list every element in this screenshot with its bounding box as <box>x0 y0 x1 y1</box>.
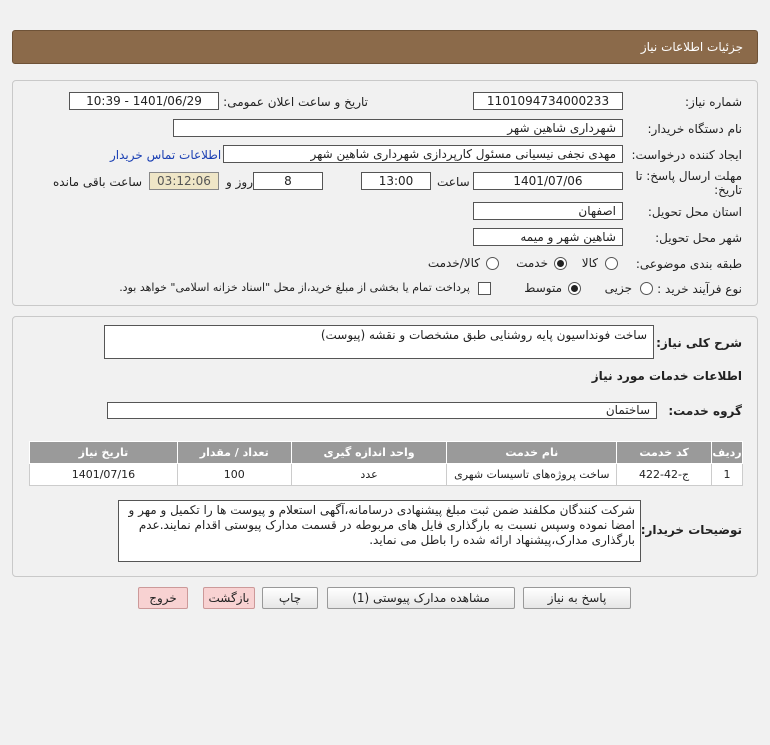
need-info-panel <box>12 80 758 306</box>
table-header-cell: واحد اندازه گیری <box>290 441 448 464</box>
print-button[interactable]: چاپ <box>262 587 318 609</box>
services-section-title: اطلاعات خدمات مورد نیاز <box>591 369 742 383</box>
category-option-goods: کالا <box>581 256 598 270</box>
category-label: طبقه بندی موضوعی: <box>635 257 742 271</box>
deadline-time-field: 13:00 <box>361 172 431 190</box>
page-title: جزئیات اطلاعات نیاز <box>640 40 743 54</box>
purchase-radio-minor[interactable] <box>640 282 653 295</box>
table-header-cell: کد خدمت <box>616 441 713 464</box>
table-row: 1 ج-42-422 ساخت پروژه‌های تاسیسات شهری ع… <box>29 463 743 486</box>
table-header-cell: نام خدمت <box>446 441 618 464</box>
purchase-radio-medium[interactable] <box>568 282 581 295</box>
summary-label: شرح کلی نیاز: <box>656 336 742 350</box>
service-group-field: ساختمان <box>107 402 657 419</box>
category-radio-goods-service[interactable] <box>486 257 499 270</box>
buyer-org-field: شهرداری شاهین شهر <box>173 119 623 137</box>
category-option-goods-service: کالا/خدمت <box>427 256 480 270</box>
days-label: روز و <box>226 175 253 189</box>
table-header-cell: تعداد / مقدار <box>176 441 292 464</box>
category-radio-service[interactable] <box>554 257 567 270</box>
purchase-option-medium: متوسط <box>524 281 562 295</box>
buyer-org-label: نام دستگاه خریدار: <box>647 122 743 136</box>
city-field: شاهین شهر و میمه <box>473 228 623 246</box>
purchase-option-minor: جزیی <box>604 281 632 295</box>
table-cell: عدد <box>290 463 448 486</box>
creator-field: مهدی نجفی نیسیانی مسئول کارپردازی شهردار… <box>223 145 623 163</box>
remaining-timer: 03:12:06 <box>149 172 219 190</box>
table-header-row: ردیف کد خدمت نام خدمت واحد اندازه گیری ت… <box>29 441 743 464</box>
contact-info-link[interactable]: اطلاعات تماس خریدار <box>110 148 221 162</box>
deadline-label-date: تاریخ: <box>714 183 742 197</box>
days-field: 8 <box>253 172 323 190</box>
table-cell: 1401/07/16 <box>29 463 178 486</box>
service-group-label: گروه خدمت: <box>668 404 742 418</box>
purchase-type-label: نوع فرآیند خرید : <box>657 282 742 296</box>
reply-button[interactable]: پاسخ به نیاز <box>523 587 631 609</box>
buyer-notes-field: شرکت کنندگان مکلفند ضمن ثبت مبلغ پیشنهاد… <box>118 500 641 562</box>
services-table: ردیف کد خدمت نام خدمت واحد اندازه گیری ت… <box>29 441 743 486</box>
view-attachments-button[interactable]: مشاهده مدارک پیوستی (1) <box>327 587 515 609</box>
announce-field: 1401/06/29 - 10:39 <box>69 92 219 110</box>
remaining-label: ساعت باقی مانده <box>53 175 143 189</box>
time-label: ساعت <box>437 175 470 189</box>
creator-label: ایجاد کننده درخواست: <box>631 148 742 162</box>
table-cell: 100 <box>176 463 292 486</box>
back-button[interactable]: بازگشت <box>203 587 255 609</box>
need-number-label: شماره نیاز: <box>685 95 742 109</box>
category-option-service: خدمت <box>516 256 548 270</box>
exit-button[interactable]: خروج <box>138 587 188 609</box>
category-radio-goods[interactable] <box>605 257 618 270</box>
summary-field: ساخت فونداسیون پایه روشنایی طبق مشخصات و… <box>104 325 654 359</box>
treasury-checkbox[interactable] <box>478 282 491 295</box>
table-header-cell: ردیف <box>711 441 743 464</box>
services-table-wrap: ردیف کد خدمت نام خدمت واحد اندازه گیری ت… <box>29 441 743 486</box>
city-label: شهر محل تحویل: <box>655 231 742 245</box>
table-header-cell: تاریخ نیاز <box>29 441 178 464</box>
payment-note: پرداخت تمام یا بخشی از مبلغ خرید،از محل … <box>119 281 470 294</box>
announce-label: تاریخ و ساعت اعلان عمومی: <box>223 95 368 109</box>
buyer-notes-label: توضیحات خریدار: <box>640 523 742 537</box>
need-number-field: 1101094734000233 <box>473 92 623 110</box>
table-cell: ج-42-422 <box>616 463 713 486</box>
table-cell: ساخت پروژه‌های تاسیسات شهری <box>446 463 618 486</box>
page-header: جزئیات اطلاعات نیاز <box>12 30 758 64</box>
province-label: استان محل تحویل: <box>647 205 742 219</box>
deadline-date-field: 1401/07/06 <box>473 172 623 190</box>
deadline-label: مهلت ارسال پاسخ: تا <box>635 169 742 183</box>
table-cell: 1 <box>711 463 743 486</box>
province-field: اصفهان <box>473 202 623 220</box>
